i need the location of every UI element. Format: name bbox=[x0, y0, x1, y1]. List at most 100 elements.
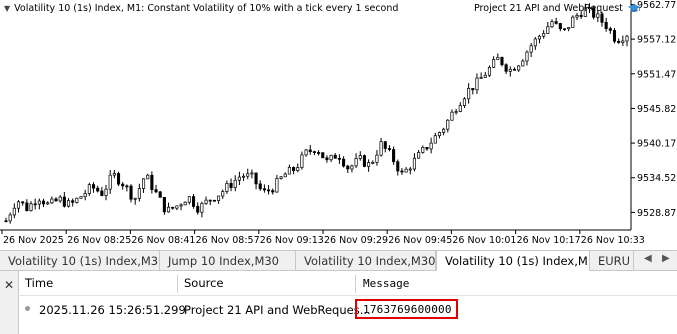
time-tick-label: 26 Nov 09:45 bbox=[388, 235, 452, 246]
tab-jump-10-m30[interactable]: Jump 10 Index,M30 bbox=[160, 251, 296, 271]
candle-body bbox=[396, 161, 400, 172]
candle-body bbox=[437, 132, 441, 137]
price-tick-label: 9562.77 bbox=[637, 0, 676, 11]
candle-body bbox=[546, 26, 550, 34]
column-header-time[interactable]: Time bbox=[25, 276, 53, 290]
candle-body bbox=[321, 152, 325, 159]
candle-body bbox=[421, 147, 425, 153]
candle-body bbox=[608, 28, 612, 31]
candle-body bbox=[558, 23, 562, 30]
candle-body bbox=[233, 179, 237, 188]
candle-body bbox=[362, 155, 366, 167]
candle-body bbox=[525, 51, 529, 62]
candle-body bbox=[66, 200, 71, 207]
candle-body bbox=[504, 64, 508, 72]
chart-tabs-bar: Volatility 10 (1s) Index,M30 Jump 10 Ind… bbox=[0, 250, 677, 272]
candle-body bbox=[108, 174, 112, 190]
scroll-left-icon[interactable]: ◀ bbox=[644, 253, 652, 264]
candle-body bbox=[492, 59, 496, 68]
candle-body bbox=[462, 98, 467, 106]
candle-body bbox=[329, 154, 333, 161]
candle-body bbox=[596, 13, 600, 18]
graduation-cap-icon bbox=[627, 4, 640, 12]
candle-body bbox=[575, 15, 579, 18]
candle-body bbox=[375, 154, 379, 163]
candle-body bbox=[475, 77, 479, 91]
price-tick-label: 9540.17 bbox=[637, 139, 676, 150]
candle-body bbox=[621, 40, 625, 43]
column-divider[interactable] bbox=[177, 275, 178, 293]
candle-body bbox=[217, 195, 221, 201]
candle-body bbox=[300, 154, 304, 168]
candle-body bbox=[487, 67, 492, 76]
candle-body bbox=[41, 200, 46, 205]
scroll-right-icon[interactable]: ▶ bbox=[662, 253, 670, 264]
time-tick-label: 26 Nov 08:25 bbox=[67, 235, 131, 246]
candle-body bbox=[529, 45, 533, 53]
candle-body bbox=[62, 196, 66, 207]
column-header-message[interactable]: Message bbox=[363, 277, 409, 290]
candle-body bbox=[308, 149, 312, 152]
header-divider bbox=[18, 295, 677, 296]
candle-body bbox=[562, 28, 567, 31]
candle-body bbox=[500, 56, 504, 66]
candle-body bbox=[479, 77, 483, 79]
tab-volatility-10-1s-m30[interactable]: Volatility 10 (1s) Index,M30 bbox=[0, 251, 160, 271]
candle-body bbox=[229, 183, 233, 188]
candle-body bbox=[196, 206, 200, 213]
tab-volatility-10-1s-m1[interactable]: Volatility 10 (1s) Index,M1 bbox=[436, 251, 590, 272]
candle-body bbox=[242, 175, 246, 178]
close-icon[interactable]: ✕ bbox=[4, 278, 14, 292]
candle-body bbox=[96, 187, 100, 192]
candle-body bbox=[250, 172, 254, 175]
price-tick-label: 9534.52 bbox=[637, 173, 676, 184]
candle-body bbox=[404, 168, 408, 173]
candle-body bbox=[275, 178, 279, 193]
candle-body bbox=[458, 105, 462, 112]
candle-body bbox=[208, 199, 212, 202]
chart-menu-caret-icon[interactable]: ▼ bbox=[4, 4, 10, 13]
expert-advisor-label[interactable]: Project 21 API and WebRequest bbox=[474, 3, 641, 14]
candle-body bbox=[312, 151, 316, 153]
candle-body bbox=[342, 158, 346, 167]
candle-body bbox=[137, 188, 141, 199]
time-tick-label: 26 Nov 2025 bbox=[3, 235, 64, 246]
candle-body bbox=[367, 162, 371, 167]
candle-body bbox=[412, 157, 416, 170]
candle-body bbox=[454, 111, 458, 113]
candle-body bbox=[333, 154, 337, 159]
tab-volatility-10-m30[interactable]: Volatility 10 Index,M30 bbox=[296, 251, 436, 271]
candle-body bbox=[225, 183, 229, 192]
candle-body bbox=[183, 201, 187, 206]
candle-body bbox=[262, 188, 266, 191]
candle-body bbox=[379, 141, 383, 156]
candlestick-chart[interactable]: 9562.77 9557.12 9551.47 9545.82 9540.17 9534.… bbox=[0, 0, 677, 250]
candle-body bbox=[166, 206, 171, 213]
candle-body bbox=[116, 173, 121, 185]
candle-body bbox=[471, 88, 475, 91]
candle-body bbox=[12, 207, 16, 216]
candle-body bbox=[350, 165, 354, 170]
candle-body bbox=[417, 152, 421, 159]
candle-body bbox=[383, 141, 387, 149]
candle-body bbox=[58, 196, 62, 202]
column-header-source[interactable]: Source bbox=[184, 276, 224, 290]
candle-body bbox=[171, 206, 175, 209]
candle-body bbox=[346, 165, 350, 170]
column-divider[interactable] bbox=[355, 275, 356, 293]
candle-body bbox=[508, 68, 512, 72]
time-tick-label: 26 Nov 09:29 bbox=[324, 235, 388, 246]
candle-body bbox=[400, 170, 404, 173]
candle-body bbox=[162, 197, 166, 213]
log-time: 2025.11.26 15:26:51.299 bbox=[39, 303, 186, 317]
candle-body bbox=[133, 197, 137, 200]
candle-body bbox=[429, 142, 433, 150]
candle-body bbox=[212, 199, 216, 202]
candle-body bbox=[625, 35, 629, 42]
tab-euru[interactable]: EURU bbox=[590, 251, 634, 271]
price-chart[interactable]: 9562.77 9557.12 9551.47 9545.82 9540.17 9534.… bbox=[0, 0, 677, 250]
candle-body bbox=[237, 176, 241, 181]
candle-body bbox=[54, 198, 58, 202]
candle-body bbox=[579, 15, 583, 17]
candle-body bbox=[425, 147, 429, 150]
